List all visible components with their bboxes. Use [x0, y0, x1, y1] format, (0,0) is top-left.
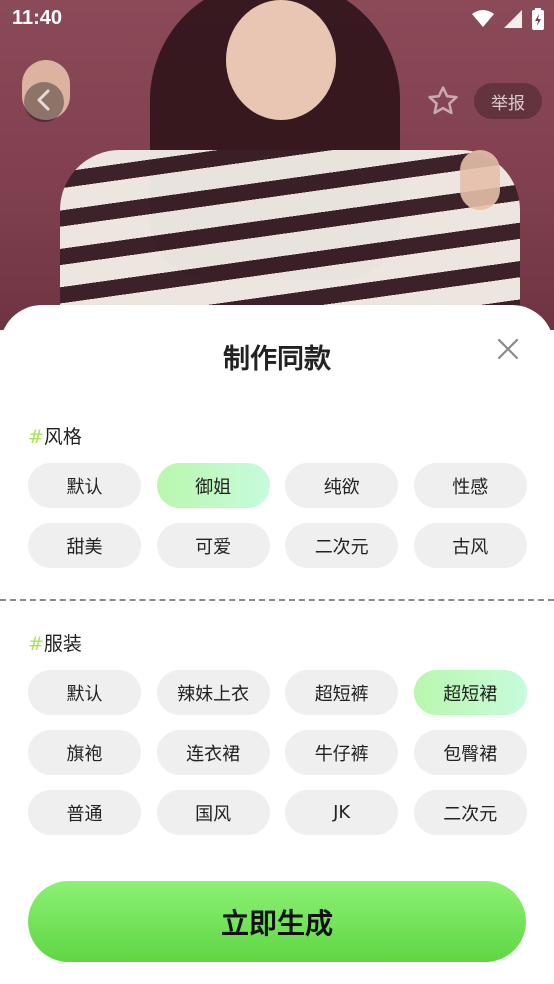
battery-icon — [532, 8, 544, 34]
preview-hand-right — [460, 150, 500, 210]
outfit-option-chip[interactable]: 连衣裙 — [156, 730, 270, 775]
outfit-hash: # — [28, 633, 44, 655]
signal-icon — [504, 10, 522, 32]
style-option-chip[interactable]: 古风 — [413, 523, 527, 568]
outfit-option-chip[interactable]: 国风 — [156, 790, 270, 835]
favorite-button[interactable] — [424, 84, 462, 122]
video-preview — [0, 0, 554, 330]
style-section-title: #风格 — [28, 422, 82, 449]
status-icons — [472, 8, 544, 34]
section-divider — [0, 599, 554, 601]
outfit-section-title: #服装 — [28, 629, 82, 656]
style-option-chip[interactable]: 性感 — [413, 463, 527, 508]
close-icon — [497, 338, 519, 364]
status-bar: 11:40 — [0, 0, 554, 38]
outfit-option-chip[interactable]: JK — [285, 790, 399, 835]
generate-now-button[interactable]: 立即生成 — [28, 881, 526, 962]
style-title-text: 风格 — [43, 426, 82, 448]
outfit-option-chip[interactable]: 牛仔裤 — [285, 730, 399, 775]
style-options: 默认 御姐 纯欲 性感甜美 可爱 二次元 古风 — [28, 463, 527, 568]
outfit-option-chip[interactable]: 包臀裙 — [413, 730, 527, 775]
close-button[interactable] — [492, 335, 524, 367]
outfit-option-chip[interactable]: 普通 — [28, 790, 141, 835]
outfit-option-chip[interactable]: 超短裙 — [413, 670, 527, 715]
outfit-option-chip[interactable]: 二次元 — [413, 790, 527, 835]
star-outline-icon — [426, 84, 460, 122]
back-arrow-icon — [35, 89, 53, 115]
style-option-chip[interactable]: 甜美 — [28, 523, 141, 568]
outfit-option-chip[interactable]: 默认 — [28, 670, 141, 715]
wifi-icon — [472, 10, 494, 32]
outfit-option-chip[interactable]: 超短裤 — [285, 670, 399, 715]
style-option-chip[interactable]: 二次元 — [285, 523, 399, 568]
style-option-chip[interactable]: 默认 — [28, 463, 141, 508]
back-button[interactable] — [24, 82, 64, 122]
outfit-option-chip[interactable]: 辣妹上衣 — [156, 670, 270, 715]
outfit-options: 默认 辣妹上衣 超短裤 超短裙旗袍 连衣裙 牛仔裤 包臀裙普通 国风 JK 二次元 — [28, 670, 527, 835]
sheet-title: 制作同款 — [223, 344, 331, 375]
status-time: 11:40 — [12, 7, 63, 29]
report-button[interactable]: 举报 — [474, 83, 542, 119]
outfit-title-text: 服装 — [43, 633, 82, 655]
style-option-chip[interactable]: 可爱 — [156, 523, 270, 568]
style-option-chip[interactable]: 御姐 — [156, 463, 270, 508]
make-same-sheet: 制作同款 #风格 默认 御姐 纯欲 性感 甜美 可爱 二次元 古风 #服装 默认 辣妹上衣 超短裤… — [0, 305, 554, 984]
style-hash: # — [28, 426, 44, 448]
preview-sweater — [60, 150, 520, 330]
outfit-option-chip[interactable]: 旗袍 — [28, 730, 141, 775]
style-option-chip[interactable]: 纯欲 — [285, 463, 399, 508]
